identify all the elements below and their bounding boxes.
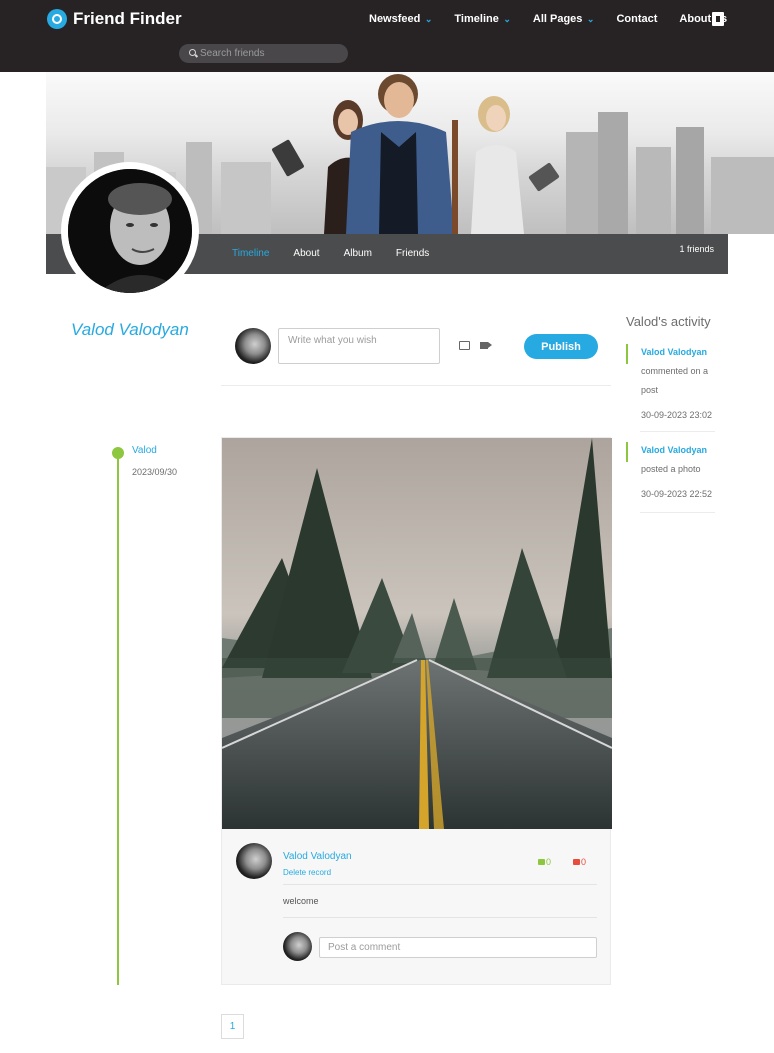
profile-name: Valod Valodyan xyxy=(71,320,189,339)
post-composer-input[interactable] xyxy=(278,328,440,364)
search-bar xyxy=(179,44,348,63)
divider xyxy=(221,385,611,386)
timeline-dot xyxy=(112,447,124,459)
activity-time: 30-09-2023 22:52 xyxy=(641,489,713,499)
composer-avatar xyxy=(235,328,271,364)
post-card: Valod Valodyan Delete record 0 0 welcome xyxy=(221,437,612,985)
divider xyxy=(640,431,715,432)
main-nav: Newsfeed ⌄ Timeline ⌄ All Pages ⌄ Contac… xyxy=(369,13,749,25)
divider xyxy=(640,512,715,513)
search-icon xyxy=(189,49,196,56)
activity-item: Valod Valodyan posted a photo 30-09-2023… xyxy=(626,441,716,504)
activity-marker xyxy=(626,442,628,462)
tab-album[interactable]: Album xyxy=(344,248,372,259)
nav-newsfeed[interactable]: Newsfeed ⌄ xyxy=(369,13,432,25)
tab-about[interactable]: About xyxy=(293,248,319,259)
activity-title: Valod's activity xyxy=(626,314,711,329)
top-navbar: Friend Finder Newsfeed ⌄ Timeline ⌄ All … xyxy=(0,0,774,72)
chevron-down-icon: ⌄ xyxy=(422,14,433,24)
logout-icon[interactable] xyxy=(712,12,724,26)
delete-record-link[interactable]: Delete record xyxy=(283,868,331,877)
post-author-link[interactable]: Valod Valodyan xyxy=(283,851,352,862)
dislike-button[interactable]: 0 xyxy=(573,857,586,867)
timeline-line xyxy=(117,455,119,985)
divider xyxy=(283,917,597,918)
chevron-down-icon: ⌄ xyxy=(584,14,595,24)
dislike-count: 0 xyxy=(581,857,587,867)
search-input[interactable] xyxy=(200,46,340,61)
friends-count[interactable]: 1 friends xyxy=(679,244,714,254)
timeline-user[interactable]: Valod xyxy=(132,445,157,456)
video-upload-icon[interactable] xyxy=(480,342,492,349)
comment-input[interactable] xyxy=(319,937,597,958)
pagination-page[interactable]: 1 xyxy=(221,1014,244,1039)
chevron-down-icon: ⌄ xyxy=(500,14,511,24)
thumbs-down-icon xyxy=(573,859,580,865)
activity-user-link[interactable]: Valod Valodyan xyxy=(641,441,716,460)
tab-friends[interactable]: Friends xyxy=(396,248,429,259)
tab-timeline[interactable]: Timeline xyxy=(232,248,269,259)
profile-avatar[interactable] xyxy=(61,162,199,300)
like-button[interactable]: 0 xyxy=(538,857,551,867)
profile-avatar-image xyxy=(68,169,192,293)
nav-timeline[interactable]: Timeline ⌄ xyxy=(454,13,510,25)
commenter-avatar xyxy=(283,932,312,961)
thumbs-up-icon xyxy=(538,859,545,865)
timeline-date: 2023/09/30 xyxy=(132,467,178,477)
profile-tabs: Timeline About Album Friends xyxy=(232,248,453,259)
post-author-avatar[interactable] xyxy=(236,843,272,879)
nav-contact[interactable]: Contact xyxy=(616,13,657,25)
photo-upload-icon[interactable] xyxy=(459,341,470,350)
post-text: welcome xyxy=(283,896,319,906)
activity-marker xyxy=(626,344,628,364)
activity-time: 30-09-2023 23:02 xyxy=(641,410,713,420)
like-count: 0 xyxy=(546,857,552,867)
post-photo[interactable] xyxy=(222,438,612,829)
activity-action: posted a photo xyxy=(641,464,701,474)
activity-user-link[interactable]: Valod Valodyan xyxy=(641,343,716,362)
brand-name: Friend Finder xyxy=(73,9,182,28)
activity-action: commented on a post xyxy=(641,366,709,395)
nav-all-pages[interactable]: All Pages ⌄ xyxy=(533,13,595,25)
activity-item: Valod Valodyan commented on a post 30-09… xyxy=(626,343,716,425)
divider xyxy=(283,884,597,885)
logo-icon xyxy=(47,9,67,29)
publish-button[interactable]: Publish xyxy=(524,334,598,359)
brand-logo[interactable]: Friend Finder xyxy=(47,9,182,29)
